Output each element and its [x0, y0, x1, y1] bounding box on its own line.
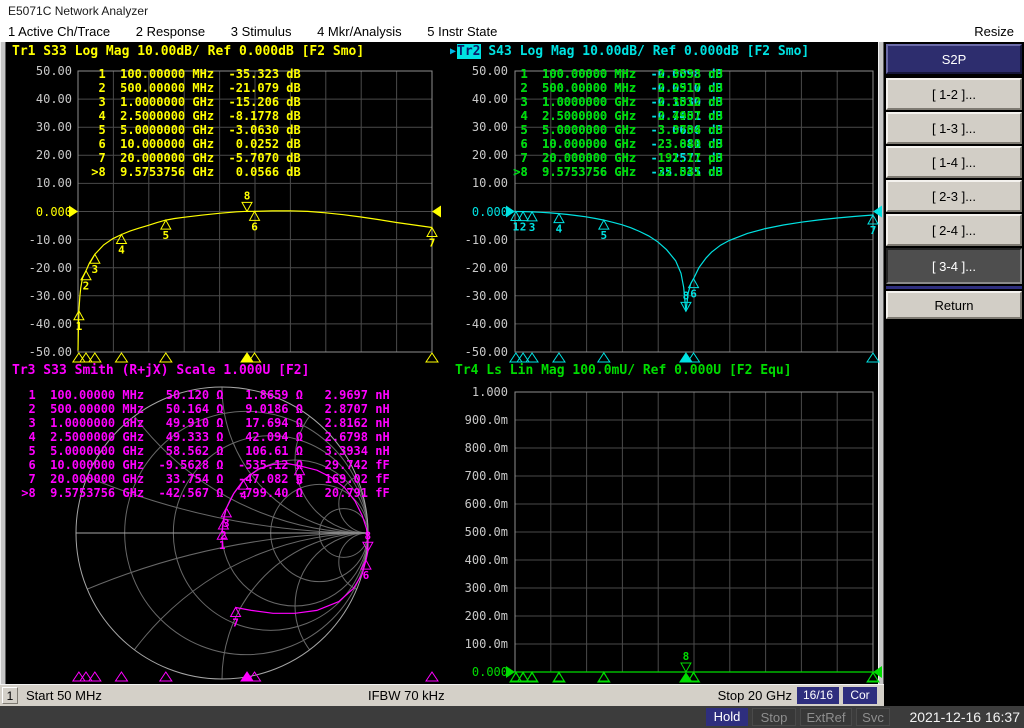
- active-trace-arrow-icon: ▶: [450, 46, 457, 57]
- svg-text:8: 8: [365, 529, 372, 542]
- marker-table-row: 1 100.00000 MHz 2.3533 nU: [506, 67, 723, 81]
- e5071c-app: { "window": {"title": "E5071C Network An…: [0, 0, 1024, 728]
- marker-table-row: 7 20.000000 GHz -5.7070 dB: [84, 151, 301, 165]
- svg-text:7: 7: [429, 237, 436, 250]
- y-axis-label: 0.000: [444, 205, 508, 219]
- marker-table-row: >8 9.5753756 GHz -42.567 Ω -799.40 Ω 20.…: [14, 486, 390, 500]
- y-axis-label: 0.000: [8, 205, 72, 219]
- y-axis-label: 50.00: [8, 64, 72, 78]
- y-axis-label: -20.00: [8, 261, 72, 275]
- svg-text:4: 4: [118, 243, 125, 256]
- y-axis-label: -40.00: [8, 317, 72, 331]
- y-axis-label: 500.0m: [444, 525, 508, 539]
- trace1-format: S33 Log Mag 10.00dB/ Ref 0.000dB [F2 Smo…: [35, 44, 364, 59]
- svg-text:8: 8: [683, 289, 690, 302]
- svg-text:7: 7: [870, 224, 877, 237]
- trace1-label: Tr1: [12, 44, 35, 59]
- y-axis-label: 1.000: [444, 385, 508, 399]
- y-axis-label: 10.00: [444, 176, 508, 190]
- trace4-header: Tr4 Ls Lin Mag 100.0mU/ Ref 0.000U [F2 E…: [455, 363, 792, 378]
- marker-table-row: 5 5.0000000 GHz 3.3704 nU: [506, 123, 723, 137]
- marker-table-tr1: 1 100.00000 MHz -35.323 dB 2 500.00000 M…: [84, 67, 301, 179]
- svg-text:8: 8: [683, 650, 690, 663]
- y-axis-label: 50.00: [444, 64, 508, 78]
- y-axis-label: 10.00: [8, 176, 72, 190]
- marker-table-row: 3 1.0000000 GHz 2.3012 nU: [506, 95, 723, 109]
- y-axis-label: 600.0m: [444, 497, 508, 511]
- trace3-header: Tr3 S33 Smith (R+jX) Scale 1.000U [F2]: [12, 363, 309, 378]
- y-axis-label: -30.00: [444, 289, 508, 303]
- marker-table-row: >8 9.5753756 GHz 0.0566 dB: [84, 165, 301, 179]
- marker-table-row: 3 1.0000000 GHz 49.910 Ω 17.694 Ω 2.8162…: [14, 416, 390, 430]
- marker-table-row: 1 100.00000 MHz 50.120 Ω 1.8659 Ω 2.9697…: [14, 388, 390, 402]
- y-axis-label: 40.00: [444, 92, 508, 106]
- marker-table-row: 4 2.5000000 GHz 2.4907 nU: [506, 109, 723, 123]
- svg-text:5: 5: [163, 229, 170, 242]
- marker-table-row: 6 10.000000 GHz 0.0252 dB: [84, 137, 301, 151]
- trace3-label: Tr3: [12, 363, 35, 378]
- svg-text:1: 1: [76, 320, 83, 333]
- marker-table-row: 2 500.00000 MHz -21.079 dB: [84, 81, 301, 95]
- y-axis-label: 20.00: [8, 148, 72, 162]
- y-axis-label: -40.00: [444, 317, 508, 331]
- svg-text:8: 8: [244, 189, 251, 202]
- tr4-chart: 8: [506, 392, 882, 682]
- marker-table-tr3: 1 100.00000 MHz 50.120 Ω 1.8659 Ω 2.9697…: [14, 388, 390, 500]
- svg-text:2: 2: [520, 221, 527, 234]
- svg-text:7: 7: [232, 616, 239, 629]
- marker-table-row: 6 10.000000 GHz -9.5628 Ω -535.12 Ω 29.7…: [14, 458, 390, 472]
- svg-text:3: 3: [529, 221, 536, 234]
- marker-table-row: 4 2.5000000 GHz 49.333 Ω 42.094 Ω 2.6798…: [14, 430, 390, 444]
- trace4-format: Ls Lin Mag 100.0mU/ Ref 0.000U [F2 Equ]: [478, 363, 791, 378]
- y-axis-label: -50.00: [444, 345, 508, 359]
- trace2-format: S43 Log Mag 10.00dB/ Ref 0.000dB [F2 Smo…: [481, 44, 810, 59]
- svg-text:6: 6: [690, 288, 697, 301]
- marker-table-tr4: 1 100.00000 MHz 2.3533 nU 2 500.00000 MH…: [506, 67, 723, 179]
- y-axis-label: 100.0m: [444, 637, 508, 651]
- svg-text:6: 6: [363, 569, 370, 582]
- y-axis-label: -10.00: [8, 233, 72, 247]
- y-axis-label: -10.00: [444, 233, 508, 247]
- y-axis-label: 900.0m: [444, 413, 508, 427]
- marker-table-row: 5 5.0000000 GHz 58.562 Ω 106.61 Ω 3.3934…: [14, 444, 390, 458]
- y-axis-label: 30.00: [444, 120, 508, 134]
- svg-text:2: 2: [220, 529, 227, 542]
- marker-table-row: 5 5.0000000 GHz -3.0630 dB: [84, 123, 301, 137]
- y-axis-label: 800.0m: [444, 441, 508, 455]
- trace2-label: Tr2: [457, 44, 480, 59]
- marker-table-row: 7 20.000000 GHz 33.754 Ω -47.082 Ω 169.0…: [14, 472, 390, 486]
- svg-text:3: 3: [92, 263, 99, 276]
- trace3-format: S33 Smith (R+jX) Scale 1.000U [F2]: [35, 363, 309, 378]
- y-axis-label: 300.0m: [444, 581, 508, 595]
- marker-table-row: 3 1.0000000 GHz -15.206 dB: [84, 95, 301, 109]
- y-axis-label: -30.00: [8, 289, 72, 303]
- marker-table-row: 7 20.000000 GHz 191.17 pU: [506, 151, 723, 165]
- y-axis-label: 400.0m: [444, 553, 508, 567]
- y-axis-label: -50.00: [8, 345, 72, 359]
- y-axis-label: 20.00: [444, 148, 508, 162]
- y-axis-label: 30.00: [8, 120, 72, 134]
- y-axis-label: 200.0m: [444, 609, 508, 623]
- y-axis-label: 0.000: [444, 665, 508, 679]
- y-axis-label: 700.0m: [444, 469, 508, 483]
- svg-text:2: 2: [83, 280, 90, 293]
- marker-table-row: >8 9.5753756 GHz 22.041 nU: [506, 165, 723, 179]
- marker-table-row: 6 10.000000 GHz 23.040 nU: [506, 137, 723, 151]
- trace2-header: ▶Tr2 S43 Log Mag 10.00dB/ Ref 0.000dB [F…: [450, 44, 809, 59]
- marker-table-row: 2 500.00000 MHz 2.2917 nU: [506, 81, 723, 95]
- svg-text:1: 1: [513, 221, 520, 234]
- trace4-label: Tr4: [455, 363, 478, 378]
- svg-text:4: 4: [556, 223, 563, 236]
- marker-table-row: 4 2.5000000 GHz -8.1778 dB: [84, 109, 301, 123]
- svg-text:3: 3: [223, 517, 230, 530]
- marker-table-row: 1 100.00000 MHz -35.323 dB: [84, 67, 301, 81]
- y-axis-label: -20.00: [444, 261, 508, 275]
- trace1-header: Tr1 S33 Log Mag 10.00dB/ Ref 0.000dB [F2…: [12, 44, 364, 59]
- marker-table-row: 2 500.00000 MHz 50.164 Ω 9.0186 Ω 2.8707…: [14, 402, 390, 416]
- svg-text:6: 6: [251, 220, 258, 233]
- y-axis-label: 40.00: [8, 92, 72, 106]
- svg-text:5: 5: [601, 229, 608, 242]
